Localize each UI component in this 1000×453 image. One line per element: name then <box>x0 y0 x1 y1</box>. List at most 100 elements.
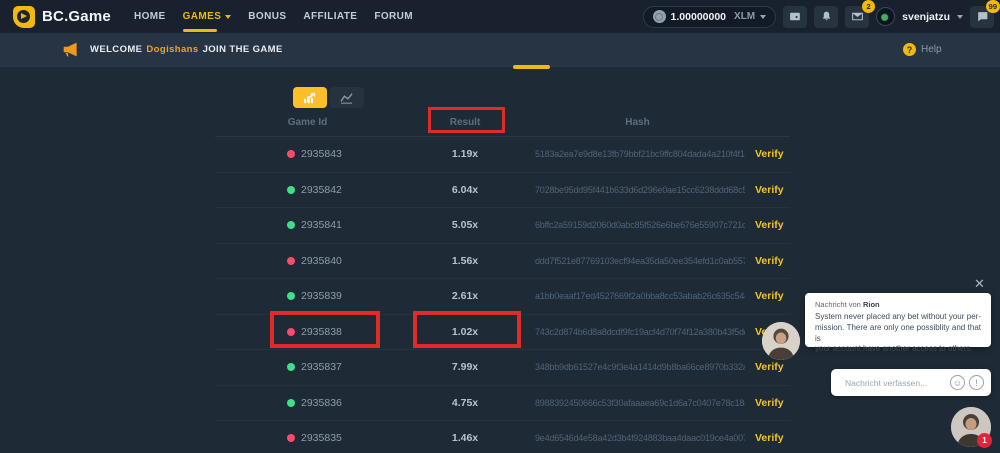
mail-button[interactable]: 2 <box>845 6 869 28</box>
hash-value: 743c2d874b6d8a8dcdf9fc19acf4d70f74f12a38… <box>530 327 745 337</box>
table-row: 2935836 4.75x 8988392450666c53f30afaaaea… <box>215 386 790 422</box>
table-row: 2935837 7.99x 348bb9db61527e4c9f3e4a1414… <box>215 350 790 386</box>
chat-button[interactable]: 99 <box>970 6 994 28</box>
game-id-value: 2935840 <box>301 255 342 267</box>
header-hash: Hash <box>530 117 745 128</box>
chat-widget-avatar[interactable]: 1 <box>951 407 991 447</box>
verify-link[interactable]: Verify <box>745 361 790 373</box>
table-row: 2935840 1.56x ddd7f521e87769103ecf94ea35… <box>215 244 790 280</box>
result-value: 1.56x <box>400 255 530 267</box>
mail-badge: 2 <box>862 0 875 13</box>
announcement-bar: WELCOMEDogishansJOIN THE GAME ? Help <box>0 33 1000 66</box>
verify-link[interactable]: Verify <box>745 148 790 160</box>
nav-item-forum[interactable]: FORUM <box>374 0 413 33</box>
game-id-cell: 2935839 <box>215 290 400 302</box>
game-history-table: Game Id Result Hash 2935843 1.19x 5183a2… <box>215 108 790 453</box>
table-row: 2935841 5.05x 6bffc2a59159d2060d0abc85f5… <box>215 208 790 244</box>
table-row: 2935835 1.46x 9e4d6546d4e58a42d3b4f92488… <box>215 421 790 453</box>
chat-message-bubble: Nachricht von Rion System never placed a… <box>805 293 991 347</box>
welcome-message: WELCOMEDogishansJOIN THE GAME <box>90 44 283 55</box>
chat-message-input[interactable] <box>845 378 946 388</box>
table-row: 2935839 2.61x a1bb0eaaf17ed4527669f2a0bb… <box>215 279 790 315</box>
balance-currency: XLM <box>734 11 755 22</box>
highlight-box-result-value <box>413 311 521 348</box>
nav-item-games[interactable]: GAMES <box>183 0 232 33</box>
wallet-icon <box>789 10 802 23</box>
hash-value: 348bb9db61527e4c9f3e4a1414d9b8ba66ce8970… <box>530 362 745 372</box>
username-label: svenjatzu <box>902 11 950 23</box>
user-avatar[interactable] <box>876 7 895 26</box>
game-id-cell: 2935835 <box>215 432 400 444</box>
highlight-box-game-id <box>270 311 380 348</box>
nav-item-affiliate[interactable]: AFFILIATE <box>303 0 357 33</box>
status-dot <box>287 399 295 407</box>
result-value: 7.99x <box>400 361 530 373</box>
game-id-cell: 2935836 <box>215 397 400 409</box>
table-row: 2935842 6.04x 7028be95dd95f441b633d6d296… <box>215 173 790 209</box>
game-id-value: 2935841 <box>301 219 342 231</box>
history-view-button[interactable] <box>293 87 327 108</box>
status-dot <box>287 363 295 371</box>
verify-link[interactable]: Verify <box>745 397 790 409</box>
brand-name: BC.Game <box>42 8 111 25</box>
wallet-button[interactable] <box>783 6 807 28</box>
highlight-box-result-header <box>428 107 505 133</box>
main-nav: HOME GAMES BONUS AFFILIATE FORUM <box>134 0 413 33</box>
chat-sender-avatar <box>762 322 800 360</box>
megaphone-icon <box>62 42 79 57</box>
hash-value: 5183a2ea7e9d8e13fb79bbf21bc9ffc804dada4a… <box>530 149 745 159</box>
hash-value: a1bb0eaaf17ed4527669f2a0bba8cc53abab26c6… <box>530 291 745 301</box>
chat-message-title: Nachricht von Rion <box>815 300 981 309</box>
close-icon[interactable]: ✕ <box>974 276 985 292</box>
game-id-value: 2935839 <box>301 290 342 302</box>
bcgame-logo-icon <box>13 6 35 28</box>
verify-link[interactable]: Verify <box>745 184 790 196</box>
verify-link[interactable]: Verify <box>745 219 790 231</box>
result-value: 5.05x <box>400 219 530 231</box>
nav-item-bonus[interactable]: BONUS <box>248 0 286 33</box>
hash-value: 8988392450666c53f30afaaaea69c1d6a7c0407e… <box>530 398 745 408</box>
chat-input-bar: ☺ ! <box>831 369 991 396</box>
chat-sender-name: Rion <box>863 300 880 309</box>
hash-value: 7028be95dd95f441b633d6d296e0ae15cc6238dd… <box>530 185 745 195</box>
balance-amount: 1.00000000 <box>671 11 726 23</box>
coin-icon <box>653 10 666 23</box>
brand-logo[interactable]: BC.Game <box>13 0 111 33</box>
game-id-value: 2935835 <box>301 432 342 444</box>
game-id-cell: 2935843 <box>215 148 400 160</box>
game-id-cell: 2935837 <box>215 361 400 373</box>
verify-link[interactable]: Verify <box>745 255 790 267</box>
top-navbar: BC.Game HOME GAMES BONUS AFFILIATE FORUM <box>0 0 1000 33</box>
notifications-button[interactable] <box>814 6 838 28</box>
status-dot <box>287 221 295 229</box>
verify-link[interactable]: Verify <box>745 432 790 444</box>
status-dot <box>287 434 295 442</box>
help-link[interactable]: ? Help <box>903 33 942 66</box>
header-game-id: Game Id <box>215 117 400 128</box>
result-value: 4.75x <box>400 397 530 409</box>
hash-value: ddd7f521e87769103ecf94ea35da50ee354efd1c… <box>530 256 745 266</box>
game-id-cell: 2935841 <box>215 219 400 231</box>
view-toggle-group <box>293 87 364 108</box>
game-id-cell: 2935842 <box>215 184 400 196</box>
game-id-value: 2935843 <box>301 148 342 160</box>
trend-view-button[interactable] <box>330 87 364 108</box>
alert-icon[interactable]: ! <box>969 375 984 390</box>
question-icon: ? <box>903 43 916 56</box>
chevron-down-icon[interactable] <box>957 15 963 19</box>
envelope-icon <box>851 10 864 23</box>
unread-count-badge: 1 <box>977 433 992 448</box>
game-id-cell: 2935840 <box>215 255 400 267</box>
nav-item-home[interactable]: HOME <box>134 0 166 33</box>
game-id-value: 2935836 <box>301 397 342 409</box>
chat-badge: 99 <box>986 0 1000 13</box>
navbar-right-cluster: 1.00000000 XLM 2 svenjatzu 99 <box>643 0 994 33</box>
status-dot <box>287 186 295 194</box>
table-body: 2935843 1.19x 5183a2ea7e9d8e13fb79bbf21b… <box>215 137 790 453</box>
bell-icon <box>820 10 833 23</box>
status-dot <box>287 292 295 300</box>
emoji-icon[interactable]: ☺ <box>950 375 965 390</box>
verify-link[interactable]: Verify <box>745 290 790 302</box>
balance-selector[interactable]: 1.00000000 XLM <box>643 6 777 28</box>
result-value: 1.46x <box>400 432 530 444</box>
